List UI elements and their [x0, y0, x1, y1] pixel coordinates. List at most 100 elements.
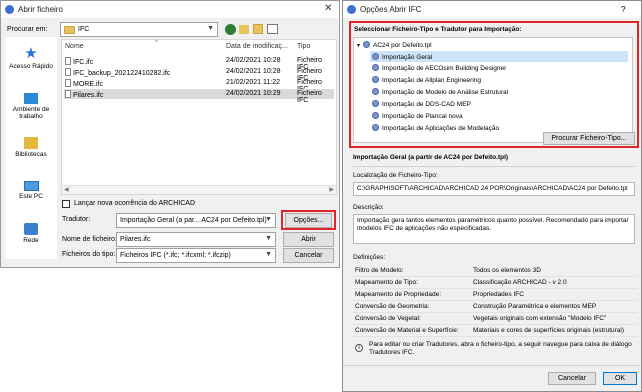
view-menu-icon[interactable]: [267, 24, 278, 34]
filename-combo[interactable]: Pilares.ifc ▼: [116, 232, 276, 247]
definition-key: Conversão de Vegetal:: [355, 315, 421, 322]
file-date: 24/02/2021 10:28: [226, 57, 281, 64]
definition-value: Vegetais originais com extensão "Modelo …: [473, 315, 607, 322]
chevron-down-icon: ▼: [265, 216, 272, 223]
file-row[interactable]: MORE.ifc 21/02/2021 11:22 Ficheiro IFC: [64, 78, 334, 93]
ifc-file-icon: [65, 57, 71, 65]
place-quick-access[interactable]: ★ Acesso Rápido: [5, 46, 57, 70]
browse-template-button[interactable]: Procurar Ficheiro-Tipo...: [543, 132, 635, 145]
file-list: Nome ^ Data de modificaç... Tipo IFC.ifc…: [61, 39, 337, 195]
open-button[interactable]: Abrir: [283, 232, 334, 247]
file-type: Ficheiro IFC: [297, 90, 322, 104]
look-in-combo[interactable]: IFC ▼: [60, 22, 218, 37]
filename-value: Pilares.ifc: [120, 236, 151, 243]
scroll-right-icon[interactable]: ▶: [329, 186, 334, 193]
folder-icon: [64, 26, 75, 34]
open-dialog-title: Abrir ficheiro: [18, 5, 63, 14]
definition-key: Mapeamento de Tipo:: [355, 279, 418, 286]
tree-item[interactable]: Importação de Modelo de Análise Estrutur…: [372, 88, 508, 96]
definition-value: Construção Paramétrica e elementos MEP: [473, 303, 597, 310]
translator-icon: [372, 53, 379, 60]
definition-row: Conversão de Material e Superfície: Mater…: [353, 325, 637, 337]
tree-item[interactable]: Importação de DDS-CAD MEP: [372, 100, 471, 108]
new-instance-checkbox[interactable]: [62, 200, 70, 208]
separator: [353, 166, 635, 167]
new-instance-label: Lançar nova ocorrência do ARCHICAD: [74, 200, 196, 207]
description-field[interactable]: Importação gera tantos elementos paramét…: [353, 214, 635, 244]
definition-key: Conversão de Geometria:: [355, 303, 430, 310]
translator-icon: [372, 76, 379, 83]
close-icon[interactable]: ✕: [324, 3, 332, 14]
options-button[interactable]: Opções...: [285, 213, 332, 228]
place-this-pc[interactable]: Este PC: [5, 181, 57, 200]
options-dialog-title: Opções Abrir IFC: [360, 5, 422, 14]
info-text: Para editar ou criar Tradutores, abra o …: [369, 341, 632, 356]
scroll-left-icon[interactable]: ◀: [64, 186, 69, 193]
place-desktop[interactable]: Ambiente de trabalho: [5, 93, 57, 120]
filetype-combo[interactable]: Ficheiros IFC (*.ifc; *.ifcxml; *.ifczip…: [116, 248, 276, 263]
tree-root-node[interactable]: ▾ AC24 por Defeito.tpl: [357, 41, 432, 49]
archicad-app-icon: [5, 5, 14, 14]
column-header-type[interactable]: Tipo: [297, 43, 310, 50]
tree-item[interactable]: Importação de Allplan Engineering: [372, 76, 481, 84]
filename-label: Nome de ficheiro:: [62, 236, 117, 243]
tree-item-selected[interactable]: Importação Geral: [370, 51, 628, 62]
description-label: Descrição:: [353, 204, 384, 211]
place-label: Acesso Rápido: [9, 63, 53, 70]
translator-value: Importação Geral (a par... AC24 por Defe…: [120, 217, 267, 224]
column-header-name[interactable]: Nome: [65, 43, 84, 50]
ifc-file-icon: [65, 79, 71, 87]
translator-icon: [372, 88, 379, 95]
place-libraries[interactable]: Bibliotecas: [5, 137, 57, 158]
options-dialog-titlebar: Opções Abrir IFC ?: [343, 1, 641, 18]
place-label: Rede: [23, 237, 39, 244]
ok-button[interactable]: OK: [603, 372, 637, 385]
translator-combo[interactable]: Importação Geral (a par... AC24 por Defe…: [116, 213, 276, 228]
file-row-selected[interactable]: Pilares.ifc 24/02/2021 10:29 Ficheiro IF…: [64, 89, 334, 104]
up-folder-icon[interactable]: [239, 25, 249, 34]
file-name: IFC.ifc: [73, 59, 94, 66]
file-date: 21/02/2021 11:22: [226, 79, 280, 86]
back-icon[interactable]: [225, 24, 236, 35]
libraries-icon: [24, 137, 38, 149]
location-field[interactable]: C:\GRAPHISOFT\ARCHICAD\ARCHICAD 24 POR\O…: [353, 182, 635, 196]
definition-value: Propriedades IFC: [473, 291, 524, 298]
column-header-date[interactable]: Data de modificaç...: [226, 43, 288, 50]
definition-row: Mapeamento de Propriedade: Propriedades I…: [353, 289, 637, 301]
definition-key: Conversão de Material e Superfície:: [355, 327, 459, 334]
tree-item[interactable]: Importação de Aplicações de Modelação: [372, 124, 499, 132]
translator-icon: [372, 124, 379, 131]
filetype-value: Ficheiros IFC (*.ifc; *.ifcxml; *.ifczip…: [120, 252, 231, 259]
tree-item-label: Importação de DDS-CAD MEP: [382, 101, 471, 108]
filetype-label: Ficheiros do tipo:: [62, 251, 116, 258]
tree-item-label: Importação de Allplan Engineering: [382, 77, 482, 84]
definition-key: Mapeamento de Propriedade:: [355, 291, 442, 298]
chevron-down-icon: ▼: [265, 235, 272, 242]
place-label: Ambiente de trabalho: [12, 106, 50, 120]
file-row[interactable]: IFC.ifc 24/02/2021 10:28 Ficheiro IFC: [64, 56, 334, 71]
options-highlight: Opções...: [281, 210, 336, 230]
definition-value: Todos os elementos 3D: [473, 267, 541, 274]
horizontal-scrollbar[interactable]: ◀ ▶: [62, 185, 336, 194]
place-network[interactable]: Rede: [5, 223, 57, 244]
translator-icon: [372, 100, 379, 107]
ifc-options-dialog: Opções Abrir IFC ? Seleccionar Ficheiro-…: [342, 0, 642, 392]
desktop-icon: [24, 93, 38, 104]
translator-icon: [372, 64, 379, 71]
definition-key: Filtro de Modelo:: [355, 267, 404, 274]
translator-tree: ▾ AC24 por Defeito.tpl Importação Geral I…: [353, 37, 633, 143]
tree-item-label: Importação Geral: [382, 54, 433, 61]
help-icon[interactable]: ?: [621, 5, 625, 14]
file-row[interactable]: IFC_backup_202122410282.ifc 24/02/2021 1…: [64, 67, 334, 82]
new-folder-icon[interactable]: [253, 24, 263, 34]
options-cancel-button[interactable]: Cancelar: [548, 372, 596, 385]
definitions-label: Definições:: [353, 254, 386, 261]
definition-row: Conversão de Vegetal: Vegetais originais …: [353, 313, 637, 325]
tree-item[interactable]: Importação de Plancal nova: [372, 112, 463, 120]
tree-item[interactable]: Importação de AECOsim Building Designer: [372, 64, 506, 72]
tree-item-label: Importação de Plancal nova: [382, 113, 463, 120]
cancel-button[interactable]: Cancelar: [283, 248, 334, 263]
tree-item-label: Importação de AECOsim Building Designer: [382, 65, 507, 72]
open-file-dialog: Abrir ficheiro ✕ Procurar em: IFC ▼ ★ Ac…: [0, 0, 340, 268]
definition-row: Mapeamento de Tipo: Classificação ARCHICA…: [353, 277, 637, 289]
